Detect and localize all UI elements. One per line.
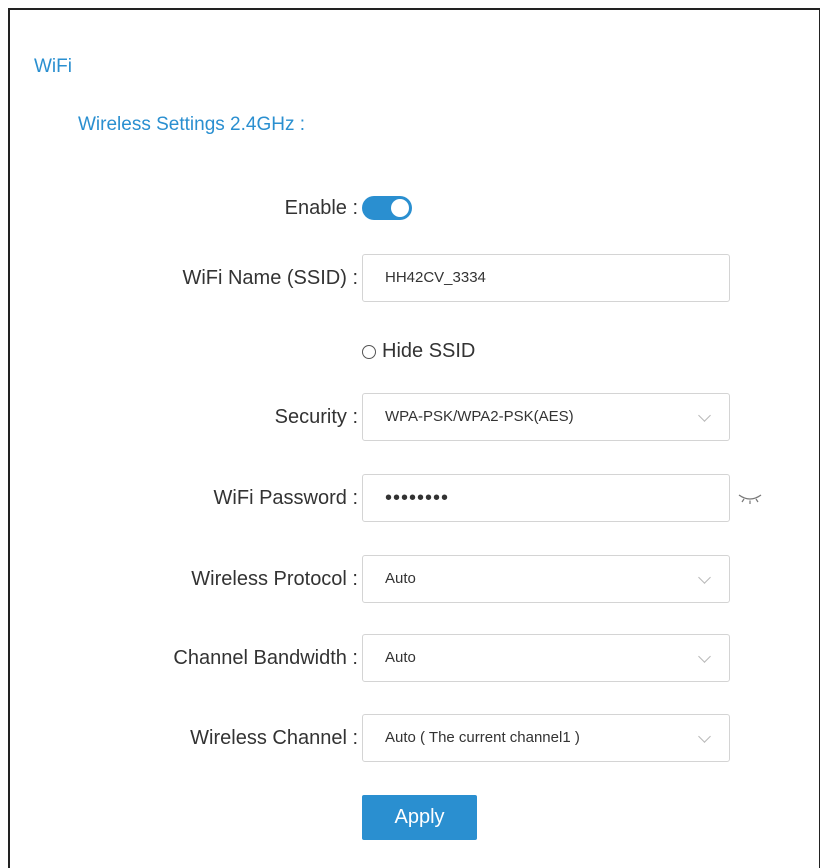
ssid-row: WiFi Name (SSID) : HH42CV_3334 bbox=[0, 254, 820, 302]
bandwidth-row: Channel Bandwidth : Auto bbox=[0, 634, 820, 682]
eye-closed-icon[interactable] bbox=[737, 490, 763, 506]
apply-button[interactable]: Apply bbox=[362, 795, 477, 840]
enable-row: Enable : bbox=[0, 184, 820, 232]
ssid-input[interactable]: HH42CV_3334 bbox=[362, 254, 730, 302]
protocol-value: Auto bbox=[385, 570, 416, 587]
chevron-down-icon bbox=[698, 409, 711, 422]
protocol-row: Wireless Protocol : Auto bbox=[0, 555, 820, 603]
bandwidth-select[interactable]: Auto bbox=[362, 634, 730, 682]
section-title: WiFi bbox=[34, 56, 72, 77]
channel-value: Auto ( The current channel1 ) bbox=[385, 729, 580, 746]
password-row: WiFi Password : •••••••• bbox=[0, 474, 820, 522]
protocol-select[interactable]: Auto bbox=[362, 555, 730, 603]
enable-toggle[interactable] bbox=[362, 196, 412, 220]
hide-ssid-radio[interactable] bbox=[362, 345, 376, 359]
channel-row: Wireless Channel : Auto ( The current ch… bbox=[0, 714, 820, 762]
security-select[interactable]: WPA-PSK/WPA2-PSK(AES) bbox=[362, 393, 730, 441]
security-value: WPA-PSK/WPA2-PSK(AES) bbox=[385, 408, 574, 425]
password-input[interactable]: •••••••• bbox=[362, 474, 730, 522]
bandwidth-label: Channel Bandwidth : bbox=[173, 647, 358, 669]
ssid-label: WiFi Name (SSID) : bbox=[182, 267, 358, 289]
security-row: Security : WPA-PSK/WPA2-PSK(AES) bbox=[0, 393, 820, 441]
bandwidth-value: Auto bbox=[385, 649, 416, 666]
protocol-label: Wireless Protocol : bbox=[191, 568, 358, 590]
subsection-title: Wireless Settings 2.4GHz : bbox=[78, 114, 306, 135]
toggle-knob bbox=[391, 199, 409, 217]
password-label: WiFi Password : bbox=[213, 487, 358, 509]
chevron-down-icon bbox=[698, 571, 711, 584]
security-label: Security : bbox=[274, 406, 358, 428]
channel-select[interactable]: Auto ( The current channel1 ) bbox=[362, 714, 730, 762]
chevron-down-icon bbox=[698, 730, 711, 743]
hide-ssid-label: Hide SSID bbox=[382, 340, 476, 362]
hide-ssid-option[interactable]: Hide SSID bbox=[362, 336, 475, 366]
chevron-down-icon bbox=[698, 650, 711, 663]
enable-label: Enable : bbox=[284, 197, 358, 219]
channel-label: Wireless Channel : bbox=[190, 727, 358, 749]
